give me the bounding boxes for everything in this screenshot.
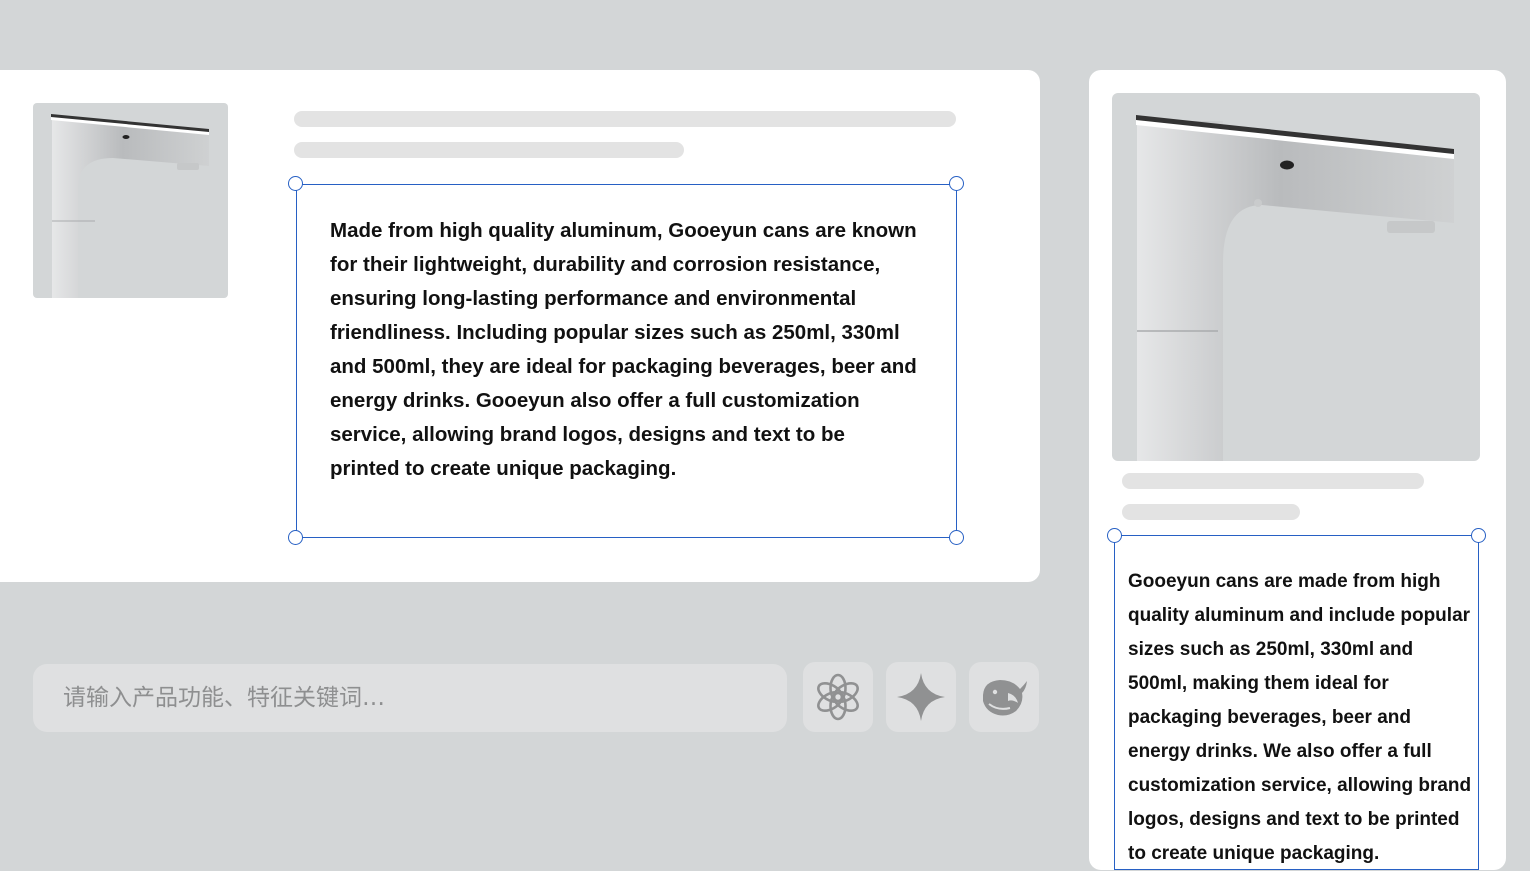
gemini-sparkle-icon [897, 673, 945, 721]
product-card-right: Gooeyun cans are made from high quality … [1089, 70, 1506, 870]
faucet-image-graphic [51, 114, 209, 298]
description-selection-box-right[interactable]: Gooeyun cans are made from high quality … [1114, 535, 1479, 870]
product-description-right[interactable]: Gooeyun cans are made from high quality … [1128, 565, 1473, 871]
deepseek-button[interactable] [969, 662, 1039, 732]
faucet-product-image [33, 103, 228, 298]
faucet-image-graphic-large [1136, 115, 1454, 461]
gemini-button[interactable] [886, 662, 956, 732]
resize-handle-top-left[interactable] [288, 176, 303, 191]
skeleton-title-line-right [1122, 473, 1424, 489]
skeleton-subtitle-line-right [1122, 504, 1300, 520]
faucet-product-image-large [1112, 93, 1480, 461]
resize-handle-top-left-right[interactable] [1107, 528, 1122, 543]
product-description-left[interactable]: Made from high quality aluminum, Gooeyun… [330, 214, 920, 486]
resize-handle-bottom-right[interactable] [949, 530, 964, 545]
product-card-left: Made from high quality aluminum, Gooeyun… [0, 70, 1040, 582]
resize-handle-top-right[interactable] [949, 176, 964, 191]
resize-handle-bottom-left[interactable] [288, 530, 303, 545]
skeleton-subtitle-line [294, 142, 684, 158]
chatgpt-icon [817, 673, 859, 721]
chatgpt-button[interactable] [803, 662, 873, 732]
resize-handle-top-right-right[interactable] [1471, 528, 1486, 543]
skeleton-title-line [294, 111, 956, 127]
description-selection-box-left[interactable]: Made from high quality aluminum, Gooeyun… [296, 184, 957, 538]
keyword-prompt-input[interactable] [33, 664, 787, 732]
deepseek-whale-icon [983, 680, 1027, 716]
